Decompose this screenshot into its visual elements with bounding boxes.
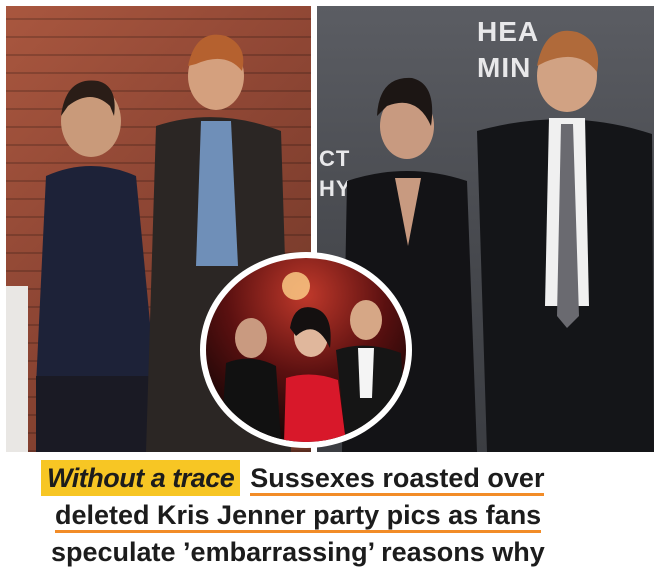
inset-party-photo [200, 252, 412, 448]
headline-text-1: Sussexes roasted over [250, 463, 545, 496]
kicker-label: Without a trace [41, 460, 241, 496]
headline: Without a trace Sussexes roasted over del… [0, 456, 660, 573]
headline-line-1: Without a trace Sussexes roasted over [41, 460, 545, 496]
headline-line-2: deleted Kris Jenner party pics as fans [55, 497, 542, 533]
headline-line-3: speculate ’embarrassing’ reasons why [51, 534, 545, 570]
inset-figures [221, 272, 406, 442]
headline-text-2: deleted Kris Jenner party pics as fans [55, 500, 542, 533]
headline-text-3: speculate ’embarrassing’ reasons why [51, 537, 545, 567]
